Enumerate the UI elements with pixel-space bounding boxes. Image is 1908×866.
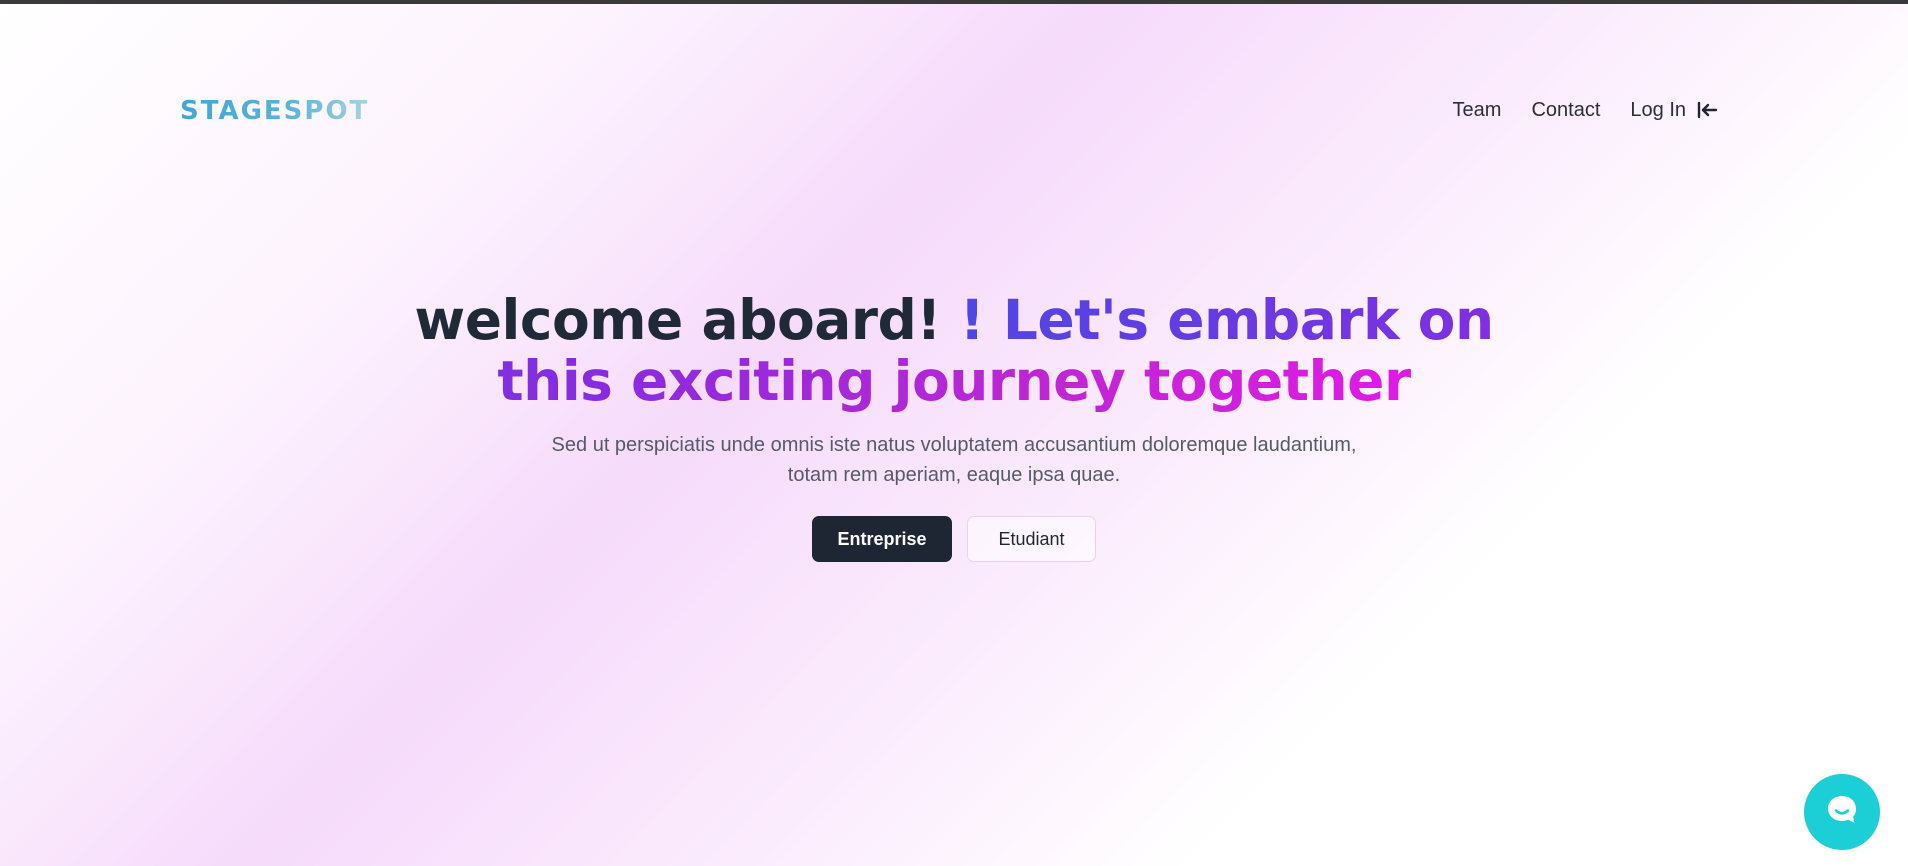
nav-login-label: Log In — [1630, 99, 1686, 121]
hero-buttons: Entreprise Etudiant — [0, 516, 1908, 562]
logo[interactable]: STAGESPOT — [180, 94, 369, 128]
hero-section: welcome aboard! ! Let's embark on this e… — [0, 290, 1908, 562]
chat-widget-button[interactable] — [1804, 774, 1880, 850]
hero-subtitle: Sed ut perspiciatis unde omnis iste natu… — [551, 434, 1357, 486]
login-arrow-icon — [1696, 99, 1718, 121]
top-border — [0, 0, 1908, 4]
nav-team-link[interactable]: Team — [1453, 96, 1502, 124]
nav-login-link[interactable]: Log In — [1630, 96, 1718, 124]
headline-welcome: welcome aboard! — [414, 288, 941, 352]
entreprise-button[interactable]: Entreprise — [812, 516, 952, 562]
chat-bubble-icon — [1824, 792, 1860, 833]
nav-contact-link[interactable]: Contact — [1531, 96, 1600, 124]
hero-headline: welcome aboard! ! Let's embark on this e… — [404, 290, 1504, 412]
main-nav: Team Contact Log In — [1453, 96, 1718, 124]
etudiant-button[interactable]: Etudiant — [967, 516, 1096, 562]
